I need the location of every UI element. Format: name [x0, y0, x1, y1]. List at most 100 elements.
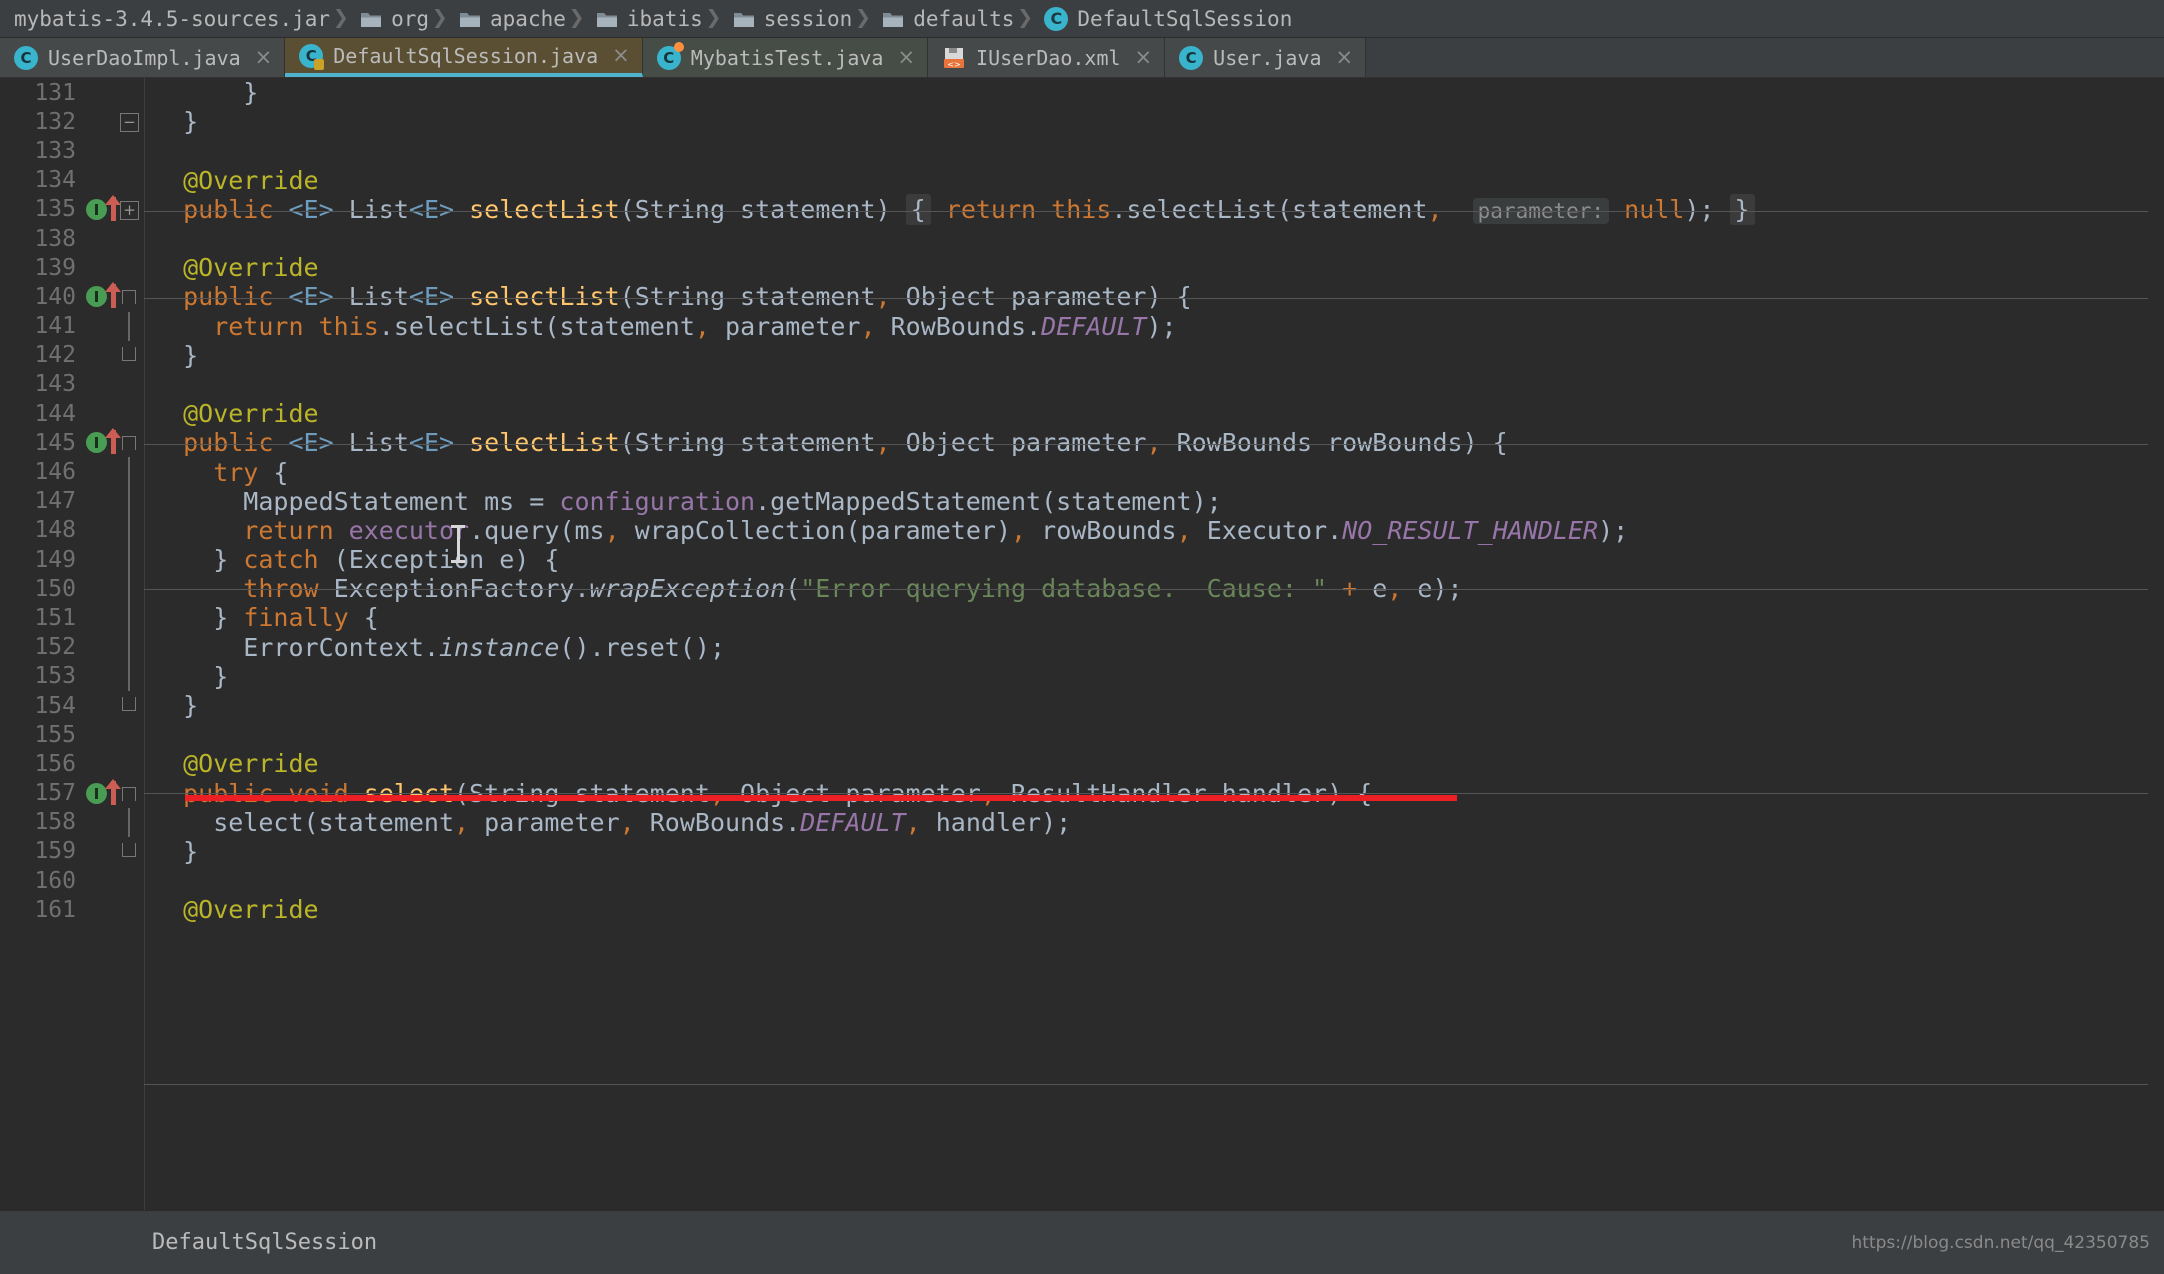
gutter-marks[interactable] [84, 224, 144, 253]
code-line[interactable]: 161 @Override [0, 895, 2164, 924]
fold-region-end-icon[interactable] [122, 696, 136, 711]
fold-region-start-icon[interactable] [122, 436, 136, 451]
gutter-marks[interactable] [84, 486, 144, 516]
code-line[interactable]: 133 [0, 136, 2164, 165]
gutter-marks[interactable] [84, 428, 144, 457]
code-text: } [153, 836, 199, 866]
gutter-marks[interactable] [84, 778, 144, 808]
line-number: 146 [34, 459, 76, 486]
code-line[interactable]: 147 MappedStatement ms = configuration.g… [0, 486, 2164, 516]
gutter-marks[interactable] [84, 78, 144, 107]
override-method-icon[interactable] [105, 428, 121, 455]
gutter-marks[interactable] [84, 457, 144, 487]
code-text: return executor.query(ms, wrapCollection… [153, 515, 1629, 545]
breadcrumb-item-session[interactable]: session ❯ [719, 0, 871, 38]
gutter-marks[interactable] [84, 661, 144, 691]
gutter-marks[interactable] [84, 515, 144, 545]
gutter-marks[interactable] [84, 311, 144, 341]
gutter-marks[interactable] [84, 603, 144, 633]
gutter-marks[interactable] [84, 837, 144, 866]
gutter-marks[interactable] [84, 136, 144, 165]
code-line[interactable]: 160 [0, 866, 2164, 895]
breadcrumb-item-apache[interactable]: apache ❯ [445, 0, 585, 38]
gutter-marks[interactable] [84, 370, 144, 399]
code-line[interactable]: 134 @Override [0, 166, 2164, 195]
code-line[interactable]: 151 } finally { [0, 603, 2164, 633]
gutter-marks[interactable] [84, 866, 144, 895]
code-line[interactable]: 140 public <E> List<E> selectList(String… [0, 282, 2164, 311]
breadcrumb-item-class[interactable]: C DefaultSqlSession [1030, 0, 1308, 38]
tab-user-java[interactable]: C User.java × [1165, 38, 1367, 77]
fold-collapse-icon[interactable]: − [120, 113, 139, 133]
code-line[interactable]: 158 select(statement, parameter, RowBoun… [0, 807, 2164, 837]
run-gutter-icon[interactable] [86, 198, 107, 220]
code-line[interactable]: 153 } [0, 661, 2164, 691]
code-line[interactable]: 139 @Override [0, 253, 2164, 282]
code-line[interactable]: 131 } [0, 78, 2164, 107]
close-icon[interactable]: × [897, 47, 915, 68]
fold-region-start-icon[interactable] [122, 290, 136, 305]
tab-userdaoimpl[interactable]: C UserDaoImpl.java × [0, 38, 286, 77]
code-line[interactable]: 145 public <E> List<E> selectList(String… [0, 428, 2164, 457]
gutter-marks[interactable] [84, 807, 144, 837]
code-line[interactable]: 156 @Override [0, 749, 2164, 778]
override-method-icon[interactable] [105, 194, 121, 221]
fold-region-end-icon[interactable] [122, 346, 136, 361]
tab-iuserdao-xml[interactable]: <> IUserDao.xml × [928, 38, 1166, 77]
gutter-marks[interactable] [84, 749, 144, 778]
code-line[interactable]: 159 } [0, 837, 2164, 866]
gutter-marks[interactable] [84, 574, 144, 604]
close-icon[interactable]: × [1336, 47, 1354, 68]
code-line[interactable]: 143 [0, 370, 2164, 399]
code-line[interactable]: 141 return this.selectList(statement, pa… [0, 311, 2164, 341]
code-editor[interactable]: 131 } 132 − } 133 134 @Override 135 + pu… [0, 78, 2164, 1274]
code-line[interactable]: 135 + public <E> List<E> selectList(Stri… [0, 193, 2164, 225]
gutter-marks[interactable] [84, 691, 144, 720]
editor-scrollbar[interactable] [2148, 78, 2164, 1210]
tab-mybatistest[interactable]: C MybatisTest.java × [642, 38, 929, 77]
tab-defaultsqlsession[interactable]: C DefaultSqlSession.java × [285, 38, 643, 77]
gutter-marks[interactable] [84, 399, 144, 428]
code-line[interactable]: 155 [0, 720, 2164, 749]
gutter-marks[interactable] [84, 632, 144, 662]
gutter-marks[interactable] [84, 166, 144, 195]
override-method-icon[interactable] [105, 778, 121, 805]
breadcrumb-item-ibatis[interactable]: ibatis ❯ [582, 0, 721, 38]
code-line[interactable]: 149 } catch (Exception e) { [0, 545, 2164, 575]
override-method-icon[interactable] [105, 282, 121, 309]
gutter-marks[interactable]: + [84, 194, 144, 224]
close-icon[interactable]: × [255, 47, 273, 68]
code-line[interactable]: 142 } [0, 341, 2164, 370]
code-line[interactable]: 154 } [0, 691, 2164, 720]
gutter-marks[interactable]: − [84, 107, 144, 136]
run-gutter-icon[interactable] [86, 782, 107, 804]
gutter-marks[interactable] [84, 720, 144, 749]
code-line[interactable]: 146 try { [0, 457, 2164, 487]
code-line[interactable]: 144 @Override [0, 399, 2164, 428]
code-line[interactable]: 132 − } [0, 107, 2164, 136]
close-icon[interactable]: × [1135, 47, 1153, 68]
run-gutter-icon[interactable] [86, 432, 107, 454]
gutter-marks[interactable] [84, 253, 144, 282]
gutter-marks[interactable] [84, 282, 144, 311]
fold-region-end-icon[interactable] [122, 842, 136, 857]
line-number: 152 [34, 634, 76, 661]
fold-region-start-icon[interactable] [122, 786, 136, 801]
code-text: public <E> List<E> selectList(String sta… [153, 428, 1508, 458]
code-line-highlighted[interactable]: 148 return executor.query(ms, wrapCollec… [0, 515, 2164, 545]
gutter-marks[interactable] [84, 895, 144, 924]
code-text: try { [153, 457, 289, 487]
close-icon[interactable]: × [612, 45, 630, 66]
breadcrumb-item-jar[interactable]: mybatis-3.4.5-sources.jar ❯ [0, 0, 349, 38]
tab-label: MybatisTest.java [690, 45, 884, 70]
fold-expand-icon[interactable]: + [120, 200, 139, 220]
breadcrumb-item-org[interactable]: org ❯ [346, 0, 448, 38]
svg-text:<>: <> [947, 60, 960, 69]
run-gutter-icon[interactable] [86, 286, 107, 308]
code-line[interactable]: 138 [0, 224, 2164, 253]
gutter-marks[interactable] [84, 545, 144, 575]
code-line[interactable]: 152 ErrorContext.instance().reset(); [0, 632, 2164, 662]
gutter-marks[interactable] [84, 341, 144, 370]
breadcrumb-item-defaults[interactable]: defaults ❯ [868, 0, 1033, 38]
code-scroll-area[interactable]: 131 } 132 − } 133 134 @Override 135 + pu… [0, 78, 2164, 1210]
